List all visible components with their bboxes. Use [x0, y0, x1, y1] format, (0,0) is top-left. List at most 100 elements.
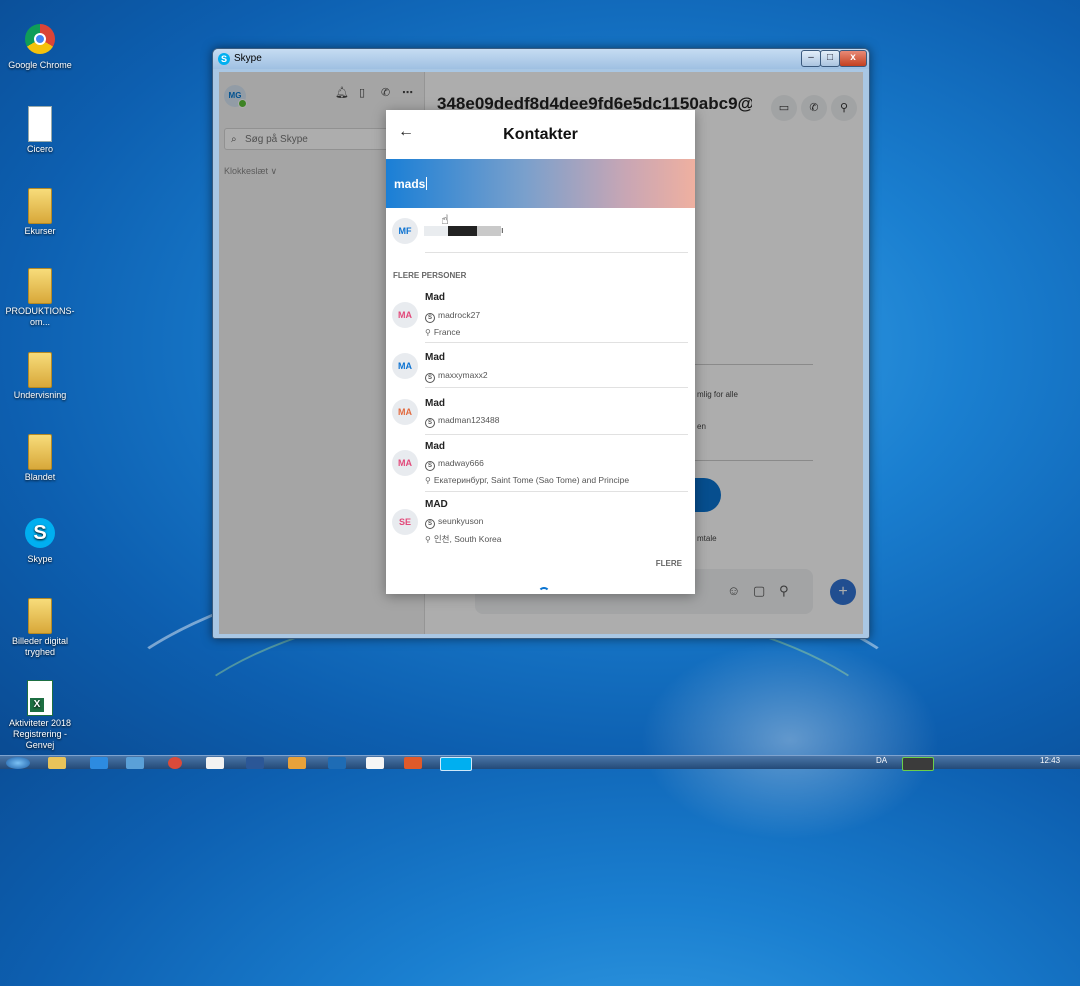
contact-location: ⚲ France	[425, 327, 461, 337]
skype-icon: S	[425, 519, 435, 529]
desktop-icon-label: Google Chrome	[8, 60, 72, 70]
location-pin-icon: ⚲	[425, 535, 431, 544]
avatar: MF	[392, 218, 418, 244]
dialog-header: ← Kontakter	[386, 110, 695, 159]
contact-location: ⚲ Екатеринбург, Saint Tome (Sao Tome) and…	[425, 475, 630, 485]
outlook-icon[interactable]	[328, 757, 346, 769]
wallpaper-glow	[640, 640, 940, 840]
desktop-icon-blandet[interactable]: Blandet	[0, 434, 80, 483]
avatar: SE	[392, 509, 418, 535]
desktop-icon-label: Skype	[27, 554, 53, 564]
skype-icon: S	[425, 313, 435, 323]
desktop-icon-label: Blandet	[24, 472, 56, 482]
language-indicator[interactable]: DA	[876, 756, 887, 765]
window-title: Skype	[234, 53, 262, 64]
desktop-icon-label: Undervisning	[13, 390, 67, 400]
skype-icon[interactable]	[440, 757, 472, 771]
location-pin-icon: ⚲	[425, 476, 431, 485]
contact-result[interactable]: MA Mad Smadrock27 ⚲ France	[386, 290, 695, 342]
contact-result[interactable]: MA Mad Smaxxymaxx2	[386, 350, 695, 386]
mouse-pointer-icon: ☝	[441, 212, 449, 227]
contact-search-bar[interactable]: mads	[386, 159, 695, 208]
redacted-name	[448, 226, 477, 236]
desktop-icon-label: Billeder digital tryghed	[11, 636, 69, 657]
desktop-icon-aktiviteter[interactable]: X Aktiviteter 2018 Registrering - Genvej	[0, 680, 80, 751]
contact-name: Mad	[425, 352, 445, 363]
desktop-icon-ekurser[interactable]: Ekurser	[0, 188, 80, 237]
ie-icon[interactable]	[90, 757, 108, 769]
text-caret	[426, 177, 428, 190]
avatar: MA	[392, 302, 418, 328]
avatar: MA	[392, 399, 418, 425]
media-icon[interactable]	[126, 757, 144, 769]
contact-location: ⚲ 인천, South Korea	[425, 534, 502, 544]
wallpaper-swoosh	[140, 600, 924, 964]
contact-username: Smadway666	[425, 458, 484, 471]
contact-name: Mad	[425, 398, 445, 409]
desktop-icon-undervisning[interactable]: Undervisning	[0, 352, 80, 401]
contact-name: Mad	[425, 292, 445, 303]
folder-icon	[28, 352, 52, 388]
window-titlebar[interactable]: S Skype – □ x	[213, 49, 869, 69]
chrome-icon[interactable]	[168, 757, 182, 769]
contact-search-input[interactable]: mads	[394, 177, 428, 191]
contact-username: Smaxxymaxx2	[425, 370, 488, 383]
skype-icon: S	[425, 461, 435, 471]
avatar: MA	[392, 353, 418, 379]
more-results-link[interactable]: FLERE	[656, 559, 682, 568]
maximize-button[interactable]: □	[820, 50, 840, 67]
notepad-icon[interactable]	[366, 757, 384, 769]
divider	[425, 252, 688, 253]
skype-icon: S	[25, 518, 55, 548]
search-value: mads	[394, 177, 426, 191]
folder-icon	[28, 434, 52, 470]
desktop-icon-label: Aktiviteter 2018 Registrering - Genvej	[8, 718, 72, 750]
minimize-button[interactable]: –	[801, 50, 821, 67]
desktop-icon-label: Ekurser	[24, 226, 56, 236]
chrome-icon	[25, 24, 55, 54]
avatar: MA	[392, 450, 418, 476]
divider	[425, 342, 688, 343]
skype-icon: S	[425, 418, 435, 428]
skype-icon: S	[218, 53, 230, 65]
folder-icon	[28, 188, 52, 224]
desktop-icon-label: PRODUKTIONS-om...	[5, 306, 75, 327]
battery-icon[interactable]	[902, 757, 934, 771]
section-label: FLERE PERSONER	[393, 271, 467, 280]
taskbar: DA 12:43	[0, 755, 1080, 771]
divider	[425, 491, 688, 492]
desktop-icon-label: Cicero	[26, 144, 53, 154]
contact-result[interactable]: MA Mad Smadway666 ⚲ Екатеринбург, Saint T…	[386, 440, 695, 490]
app-icon[interactable]	[404, 757, 422, 769]
contact-name-fragment: ı	[501, 225, 504, 235]
contact-username: Sseunkyuson	[425, 516, 483, 529]
contact-username: Smadman123488	[425, 415, 499, 428]
redacted-name	[477, 226, 501, 236]
app-icon[interactable]	[288, 757, 306, 769]
divider	[425, 434, 688, 435]
skype-icon: S	[425, 373, 435, 383]
divider	[425, 387, 688, 388]
app-icon[interactable]	[206, 757, 224, 769]
clock[interactable]: 12:43	[1040, 756, 1060, 765]
word-icon[interactable]	[246, 757, 264, 769]
dialog-title: Kontakter	[503, 126, 578, 143]
contact-result[interactable]: SE MAD Sseunkyuson ⚲ 인천, South Korea	[386, 498, 695, 550]
desktop-icon-cicero[interactable]: Cicero	[0, 106, 80, 155]
contact-result[interactable]: MA Mad Smadman123488	[386, 396, 695, 432]
desktop-icon-chrome[interactable]: Google Chrome	[0, 24, 80, 71]
close-button[interactable]: x	[839, 50, 867, 67]
folder-icon	[28, 598, 52, 634]
excel-icon: X	[27, 680, 53, 716]
start-button[interactable]	[6, 757, 30, 769]
contact-name: Mad	[425, 441, 445, 452]
desktop-icon-billeder[interactable]: Billeder digital tryghed	[0, 598, 80, 658]
loading-spinner-icon	[538, 587, 550, 594]
desktop-icon-produktions[interactable]: PRODUKTIONS-om...	[0, 268, 80, 328]
document-icon	[28, 106, 52, 142]
location-pin-icon: ⚲	[425, 328, 431, 337]
explorer-icon[interactable]	[48, 757, 66, 769]
folder-icon	[28, 268, 52, 304]
contact-name: MAD	[425, 499, 448, 510]
desktop-icon-skype[interactable]: S Skype	[0, 518, 80, 565]
